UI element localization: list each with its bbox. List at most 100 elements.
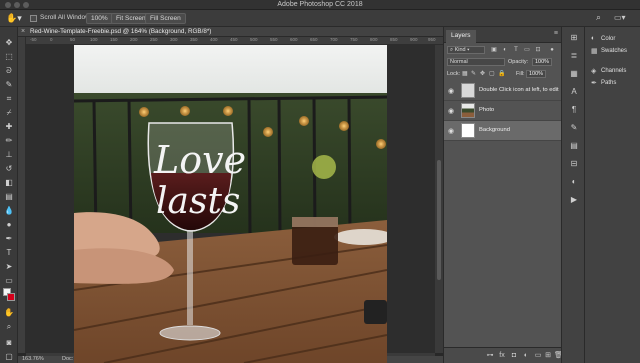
shape-filter-icon[interactable]: ▭ [523,46,531,54]
eyedropper-tool-icon[interactable]: ⌿ [3,107,15,118]
visibility-eye-icon[interactable]: ◉ [448,127,454,135]
ruler-tick: 200 [130,37,138,42]
close-tab-icon[interactable]: × [21,28,25,35]
clone-stamp-tool-icon[interactable]: ⊥ [3,149,15,160]
vertical-ruler[interactable] [18,37,26,353]
lock-artboard-icon[interactable]: ▢ [489,70,495,77]
channels-panel-label: Channels [601,68,627,74]
color-panel-label: Color [601,36,616,42]
rectangle-tool-icon[interactable]: ▭ [3,275,15,286]
dodge-tool-icon[interactable]: ● [3,219,15,230]
layer-row-background[interactable]: ◉ Background [444,121,562,141]
adjustment-layer-icon[interactable]: ◐ [522,352,530,360]
libraries-panel-icon[interactable]: ▤ [569,141,579,151]
lock-position-icon[interactable]: ✥ [480,70,485,77]
blur-tool-icon[interactable]: 💧 [3,205,15,216]
ruler-tick: 950 [428,37,436,42]
brush-panel-icon[interactable]: ✎ [569,123,579,133]
quick-mask-icon[interactable]: ◙ [3,337,15,348]
document-tab[interactable]: × Red-Wine-Template-Freebie.psd @ 164% (… [18,27,443,37]
link-layers-icon[interactable]: ⊶ [486,352,494,360]
kind-filter-select[interactable]: ⌕ Kind ▾ [447,46,485,54]
paths-panel-icon: ✒ [591,80,597,87]
type-tool-icon[interactable]: T [3,247,15,258]
quick-selection-tool-icon[interactable]: ✎ [3,79,15,90]
adjustment-filter-icon[interactable]: ◐ [501,46,509,54]
zoom-level[interactable]: 163.76% [22,356,44,362]
healing-brush-tool-icon[interactable]: ✚ [3,121,15,132]
new-layer-icon[interactable]: ⊞ [544,352,552,360]
lock-all-icon[interactable]: 🔒 [498,70,505,77]
layer-style-icon[interactable]: fx [498,352,506,360]
type-filter-icon[interactable]: T [512,46,520,54]
visibility-eye-icon[interactable]: ◉ [448,107,454,115]
glass-text-love: Love [153,138,246,182]
layer-row-smart-object[interactable]: ◉ Double Click icon at left, to edit [444,81,562,101]
hand-tool-icon[interactable]: ✋▾ [6,13,22,24]
adjustments-panel-icon[interactable]: ▦ [569,69,579,79]
crop-tool-icon[interactable]: ⌗ [3,93,15,104]
layer-mask-icon[interactable]: ◘ [510,352,518,360]
search-icon[interactable]: ⌕ [596,12,601,23]
hand-tool-icon[interactable]: ✋ [3,307,15,318]
history-panel-icon[interactable]: ⊞ [569,33,579,43]
workspace-icon[interactable]: ▭▾ [614,13,626,22]
smart-object-filter-icon[interactable]: ⊡ [534,46,542,54]
panel-menu-icon[interactable]: ≡ [554,30,558,37]
vertical-scroll-thumb[interactable] [437,160,441,280]
paths-panel-tab[interactable]: ✒ Paths [591,79,639,89]
lock-label: Lock: [447,71,461,77]
zoom-tool-icon[interactable]: ⌕ [3,321,15,332]
visibility-eye-icon[interactable]: ◉ [448,87,454,95]
character-panel-icon[interactable]: A [569,87,579,97]
swatches-panel-icon: ▦ [591,48,598,55]
pen-tool-icon[interactable]: ✒ [3,233,15,244]
ruler-tick: 550 [270,37,278,42]
gradient-tool-icon[interactable]: ▤ [3,191,15,202]
lock-image-icon[interactable]: ✎ [471,70,476,77]
tools-panel: ✥ ⬚ ᘐ ✎ ⌗ ⌿ ✚ ✏ ⊥ ↺ ◧ ▤ 💧 ● ✒ T ➤ ▭ ✋ ⌕ … [0,27,18,363]
blend-row: Normal Opacity: 100% [444,56,562,68]
wine-photo: Love lasts [74,45,387,363]
fill-screen-button[interactable]: Fill Screen [145,13,186,24]
history-brush-tool-icon[interactable]: ↺ [3,163,15,174]
channels-panel-tab[interactable]: ◈ Channels [591,67,639,77]
fill-field[interactable]: 100% [526,70,547,78]
ruler-tick: 850 [390,37,398,42]
marquee-tool-icon[interactable]: ⬚ [3,51,15,62]
window-title: Adobe Photoshop CC 2018 [277,1,363,8]
ruler-tick: 600 [290,37,298,42]
new-group-icon[interactable]: ▭ [534,352,542,360]
eraser-tool-icon[interactable]: ◧ [3,177,15,188]
pixel-filter-icon[interactable]: ▣ [490,46,498,54]
color-panel-icon: ◐ [591,35,596,42]
screen-mode-icon[interactable]: ▢ [3,351,15,362]
blend-mode-select[interactable]: Normal [447,58,505,66]
vertical-scrollbar[interactable] [435,45,443,353]
zoom-100-button[interactable]: 100% [86,13,113,24]
actions-panel-icon[interactable]: ▶ [569,195,579,205]
document-canvas-image[interactable]: Love lasts [74,45,387,363]
horizontal-ruler[interactable]: -50 0 50 100 150 200 250 300 350 400 450… [26,37,443,45]
layers-tab[interactable]: Layers [446,30,476,43]
info-panel-icon[interactable]: ⊟ [569,159,579,169]
lock-transparent-icon[interactable]: ▦ [462,70,468,77]
layer-filter-row: ⌕ Kind ▾ ▣ ◐ T ▭ ⊡ ● [444,44,562,56]
opacity-field[interactable]: 100% [532,58,553,66]
layer-thumbnail [461,83,475,98]
swatches-panel-tab[interactable]: ▦ Swatches [591,47,639,57]
properties-panel-icon[interactable]: ≣ [569,51,579,61]
layer-row-photo[interactable]: ◉ Photo [444,101,562,121]
brush-tool-icon[interactable]: ✏ [3,135,15,146]
paragraph-panel-icon[interactable]: ¶ [569,105,579,115]
color-panel-tab[interactable]: ◐ Color [591,35,639,45]
move-tool-icon[interactable]: ✥ [3,37,15,48]
ruler-tick: 50 [70,37,76,42]
styles-panel-icon[interactable]: ◐ [569,177,579,187]
ruler-tick: 800 [370,37,378,42]
scroll-all-windows-checkbox[interactable] [30,15,37,22]
lasso-tool-icon[interactable]: ᘐ [3,65,15,76]
background-color-swatch[interactable] [7,293,15,301]
channels-panel-icon: ◈ [591,68,597,75]
filter-toggle-icon[interactable]: ● [548,46,556,54]
